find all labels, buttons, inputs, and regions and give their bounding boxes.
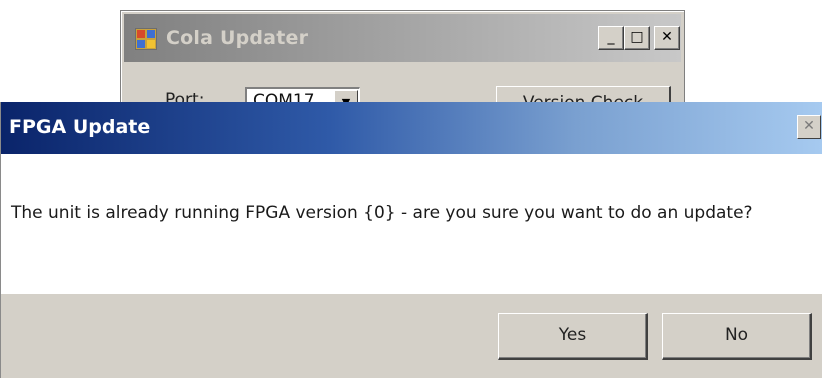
dialog-close-button[interactable]: ✕ — [797, 115, 821, 139]
maximize-button[interactable]: □ — [624, 26, 650, 50]
close-icon: ✕ — [661, 29, 673, 45]
cola-updater-titlebar[interactable]: Cola Updater _ □ ✕ — [124, 14, 681, 62]
maximize-icon: □ — [630, 29, 644, 45]
cola-updater-title: Cola Updater — [166, 27, 309, 49]
close-icon: ✕ — [803, 118, 815, 134]
app-window-icon — [135, 28, 157, 50]
minimize-button[interactable]: _ — [598, 26, 624, 50]
no-button[interactable]: No — [662, 313, 812, 360]
close-button[interactable]: ✕ — [654, 26, 680, 50]
dialog-title: FPGA Update — [9, 116, 151, 138]
dialog-button-bar: Yes No — [1, 294, 822, 378]
dialog-message: The unit is already running FPGA version… — [11, 203, 753, 223]
dialog-titlebar[interactable]: FPGA Update ✕ — [1, 102, 822, 154]
yes-button[interactable]: Yes — [498, 313, 648, 360]
fpga-update-dialog: FPGA Update ✕ The unit is already runnin… — [0, 102, 822, 378]
minimize-icon: _ — [607, 29, 615, 45]
